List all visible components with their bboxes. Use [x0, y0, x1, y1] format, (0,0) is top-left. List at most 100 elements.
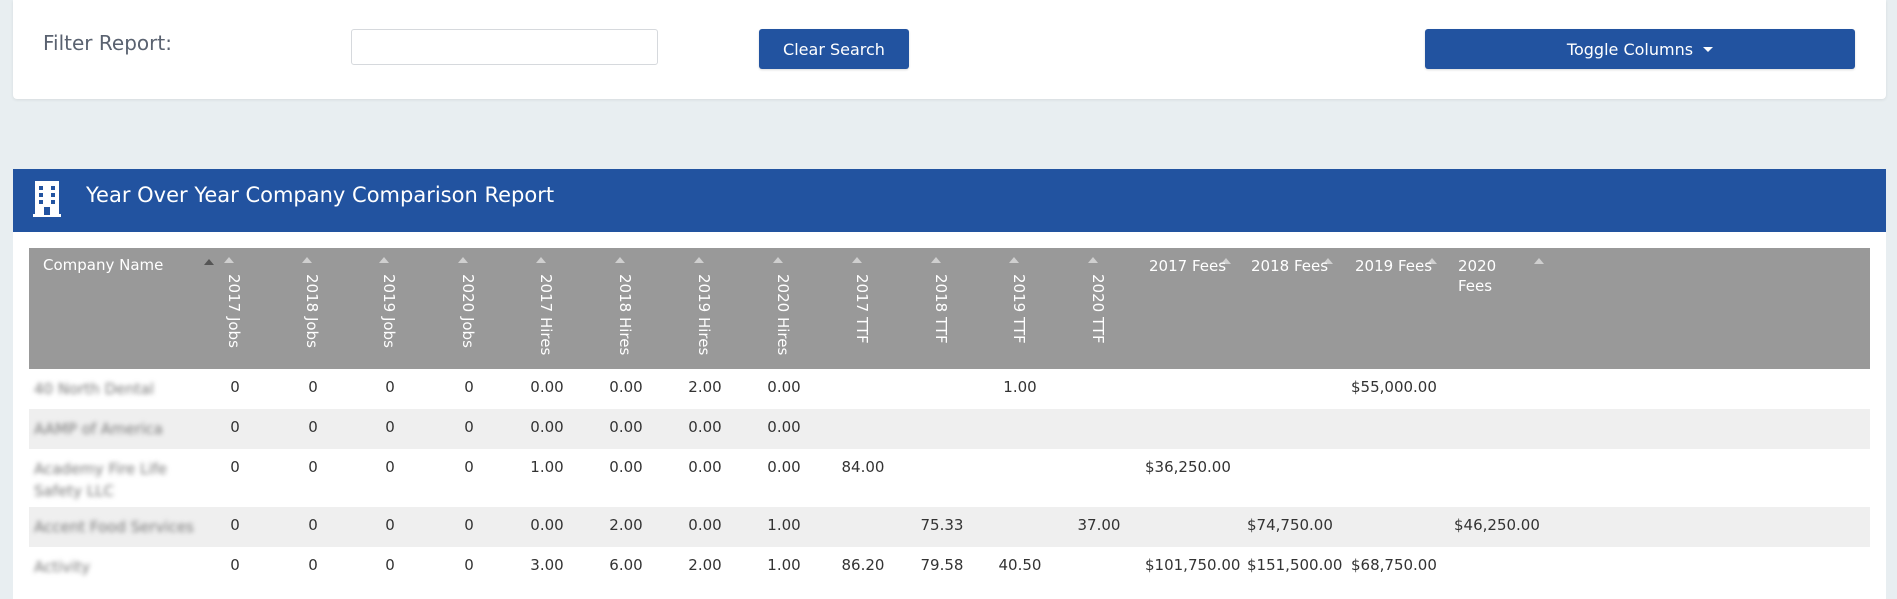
column-header-2017-fees[interactable]: 2017 Fees: [1131, 248, 1235, 369]
column-header-2019-fees[interactable]: 2019 Fees: [1337, 248, 1441, 369]
cell-f17: $101,750.00: [1145, 556, 1241, 574]
sort-arrow-icon[interactable]: [379, 257, 389, 263]
column-header-2020-fees[interactable]: 2020 Fees: [1440, 248, 1544, 369]
column-header-2019-jobs[interactable]: 2019 Jobs: [379, 248, 404, 369]
table-row[interactable]: 40 North Dental 0 0 0 0 0.00 0.00 2.00 0.00 1.00 $…: [29, 369, 1870, 409]
column-header-2018-hires[interactable]: 2018 Hires: [615, 248, 640, 369]
cell-t19: 1.00: [1003, 378, 1037, 396]
sort-arrow-icon[interactable]: [773, 257, 783, 263]
cell-h19: 0.00: [688, 418, 722, 436]
cell-t17: 84.00: [841, 458, 885, 476]
company-name-cell[interactable]: AAMP of America: [34, 418, 214, 440]
cell-h20: 1.00: [767, 516, 801, 534]
cell-h18: 2.00: [609, 516, 643, 534]
sort-arrow-icon[interactable]: [1534, 258, 1544, 264]
sort-arrow-icon[interactable]: [204, 259, 214, 265]
cell-h18: 6.00: [609, 556, 643, 574]
sort-arrow-icon[interactable]: [224, 257, 234, 263]
cell-h19: 0.00: [688, 516, 722, 534]
cell-h17: 0.00: [530, 516, 564, 534]
cell-j19: 0: [385, 516, 395, 534]
report-panel: Year Over Year Company Comparison Report…: [13, 169, 1886, 599]
cell-h20: 0.00: [767, 418, 801, 436]
column-header-2018-ttf[interactable]: 2018 TTF: [931, 248, 956, 369]
cell-j17: 0: [230, 556, 240, 574]
sort-arrow-icon[interactable]: [1009, 257, 1019, 263]
cell-j17: 0: [230, 516, 240, 534]
cell-j20: 0: [464, 516, 474, 534]
cell-f17: $36,250.00: [1145, 458, 1231, 476]
column-header-2017-ttf[interactable]: 2017 TTF: [852, 248, 877, 369]
cell-j20: 0: [464, 556, 474, 574]
column-header-label: 2018 Fees: [1251, 257, 1329, 275]
report-title: Year Over Year Company Comparison Report: [86, 183, 555, 207]
sort-arrow-icon[interactable]: [615, 257, 625, 263]
column-header-label: 2019 TTF: [1010, 274, 1028, 344]
column-header-label: 2017 TTF: [853, 274, 871, 344]
column-header-2020-hires[interactable]: 2020 Hires: [773, 248, 798, 369]
column-header-2018-jobs[interactable]: 2018 Jobs: [302, 248, 327, 369]
column-header-2019-hires[interactable]: 2019 Hires: [694, 248, 719, 369]
clear-search-label: Clear Search: [783, 39, 885, 59]
column-header-label: 2020 Hires: [774, 274, 792, 356]
building-icon: [33, 181, 61, 217]
report-table: Company Name 2017 Jobs 2018 Jobs 2019 Jobs…: [29, 248, 1870, 587]
sort-arrow-icon[interactable]: [931, 257, 941, 263]
cell-h20: 0.00: [767, 378, 801, 396]
sort-arrow-icon[interactable]: [1088, 257, 1098, 263]
table-row[interactable]: AAMP of America 0 0 0 0 0.00 0.00 0.00 0.00: [29, 409, 1870, 449]
cell-j18: 0: [308, 516, 318, 534]
cell-j19: 0: [385, 556, 395, 574]
column-header-2017-hires[interactable]: 2017 Hires: [536, 248, 561, 369]
column-header-2018-fees[interactable]: 2018 Fees: [1233, 248, 1337, 369]
column-header-label: 2020 Jobs: [459, 274, 477, 348]
cell-j17: 0: [230, 418, 240, 436]
table-row[interactable]: Academy Fire Life Safety LLC 0 0 0 0 1.00 0.00…: [29, 449, 1870, 507]
cell-j18: 0: [308, 378, 318, 396]
cell-h18: 0.00: [609, 458, 643, 476]
cell-j19: 0: [385, 378, 395, 396]
column-header-2020-jobs[interactable]: 2020 Jobs: [458, 248, 483, 369]
cell-j18: 0: [308, 458, 318, 476]
cell-j17: 0: [230, 458, 240, 476]
cell-t17: 86.20: [841, 556, 885, 574]
cell-j18: 0: [308, 418, 318, 436]
sort-arrow-icon[interactable]: [458, 257, 468, 263]
column-header-label: 2020 Fees: [1458, 257, 1497, 295]
sort-arrow-icon[interactable]: [852, 257, 862, 263]
column-header-2019-ttf[interactable]: 2019 TTF: [1009, 248, 1034, 369]
cell-j20: 0: [464, 378, 474, 396]
table-header: Company Name 2017 Jobs 2018 Jobs 2019 Jobs…: [29, 248, 1870, 369]
cell-t19: 40.50: [998, 556, 1042, 574]
cell-t18: 79.58: [920, 556, 964, 574]
column-header-2017-jobs[interactable]: 2017 Jobs: [224, 248, 249, 369]
cell-j19: 0: [385, 458, 395, 476]
sort-arrow-icon[interactable]: [302, 257, 312, 263]
cell-h18: 0.00: [609, 418, 643, 436]
cell-t20: 37.00: [1077, 516, 1121, 534]
clear-search-button[interactable]: Clear Search: [759, 29, 909, 69]
cell-f19: $55,000.00: [1351, 378, 1437, 396]
table-row[interactable]: Activity 0 0 0 0 3.00 6.00 2.00 1.00 86.20 79.58 40…: [29, 547, 1870, 587]
cell-h17: 0.00: [530, 418, 564, 436]
filter-input[interactable]: [351, 29, 658, 65]
column-header-2020-ttf[interactable]: 2020 TTF: [1088, 248, 1113, 369]
cell-j17: 0: [230, 378, 240, 396]
cell-f19: $68,750.00: [1351, 556, 1437, 574]
cell-j20: 0: [464, 418, 474, 436]
cell-f18: $74,750.00: [1247, 516, 1333, 534]
column-header-label: 2018 Hires: [616, 274, 634, 356]
company-name-cell[interactable]: Accent Food Services: [34, 516, 214, 538]
company-name-cell[interactable]: 40 North Dental: [34, 378, 214, 400]
column-header-label: 2020 TTF: [1089, 274, 1107, 344]
company-name-cell[interactable]: Academy Fire Life Safety LLC: [34, 458, 214, 502]
table-row[interactable]: Accent Food Services 0 0 0 0 0.00 2.00 0.00 1.00…: [29, 507, 1870, 547]
company-name-cell[interactable]: Activity: [34, 556, 214, 578]
toggle-columns-button[interactable]: Toggle Columns: [1425, 29, 1855, 69]
sort-arrow-icon[interactable]: [536, 257, 546, 263]
cell-h17: 1.00: [530, 458, 564, 476]
sort-arrow-icon[interactable]: [694, 257, 704, 263]
column-header-label: 2019 Fees: [1355, 257, 1433, 275]
cell-j20: 0: [464, 458, 474, 476]
toggle-columns-label: Toggle Columns: [1566, 39, 1694, 59]
